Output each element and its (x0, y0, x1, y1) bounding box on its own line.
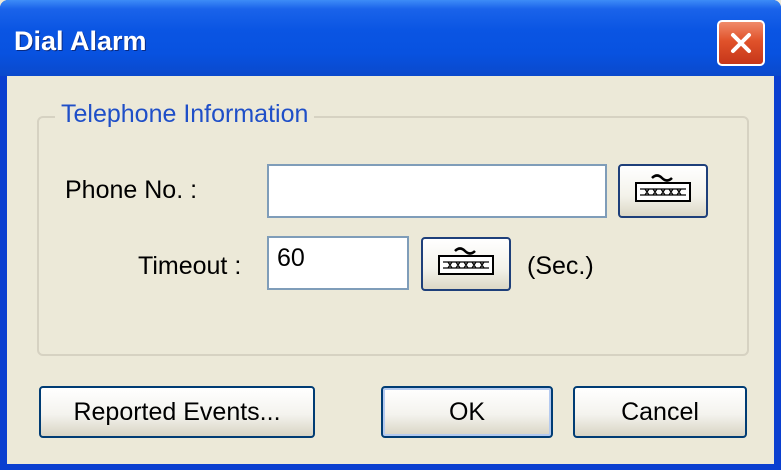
window-title: Dial Alarm (14, 26, 147, 56)
close-icon (728, 30, 754, 56)
reported-events-button[interactable]: Reported Events... (39, 386, 315, 438)
phone-number-field[interactable] (267, 164, 607, 218)
cancel-button[interactable]: Cancel (573, 386, 747, 438)
timeout-field[interactable]: 60 (267, 236, 409, 290)
ok-button[interactable]: OK (381, 386, 553, 438)
title-bar[interactable]: Dial Alarm (0, 0, 781, 76)
group-label: Telephone Information (55, 100, 315, 129)
phone-keyboard-button[interactable] (618, 164, 708, 218)
keyboard-icon (630, 171, 696, 211)
close-button[interactable] (717, 20, 765, 66)
dialog-body: Telephone Information Phone No. : Timeou… (7, 76, 774, 464)
timeout-unit-label: (Sec.) (527, 252, 594, 280)
timeout-label: Timeout : (138, 252, 242, 280)
keyboard-icon (433, 244, 499, 284)
dialog-window: Dial Alarm Telephone Information Phone N… (0, 0, 781, 470)
timeout-keyboard-button[interactable] (421, 237, 511, 291)
phone-number-label: Phone No. : (65, 176, 198, 204)
